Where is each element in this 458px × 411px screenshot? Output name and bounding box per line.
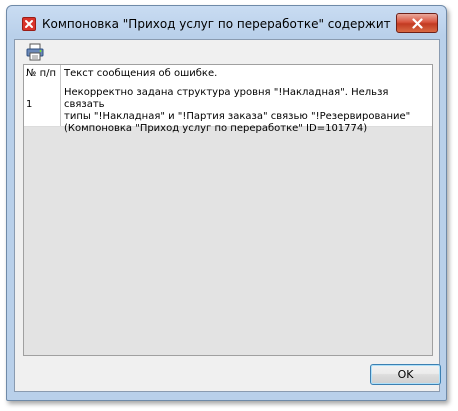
grid-header: № п/п Текст сообщения об ошибке. bbox=[24, 65, 432, 84]
error-message-text: Некорректно задана структура уровня "!На… bbox=[64, 87, 411, 134]
print-button[interactable] bbox=[26, 43, 44, 61]
close-icon bbox=[412, 18, 423, 29]
printer-icon bbox=[26, 43, 44, 61]
table-row[interactable]: 1 Некорректно задана структура уровня "!… bbox=[24, 83, 432, 134]
error-dialog-window: Компоновка "Приход услуг по переработке"… bbox=[6, 5, 447, 401]
toolbar bbox=[15, 40, 439, 65]
column-header-message[interactable]: Текст сообщения об ошибке. bbox=[61, 65, 432, 83]
title-bar[interactable]: Компоновка "Приход услуг по переработке"… bbox=[7, 6, 446, 36]
window-title: Компоновка "Приход услуг по переработке"… bbox=[42, 17, 394, 31]
ok-button[interactable]: OK bbox=[370, 364, 441, 385]
column-header-number[interactable]: № п/п bbox=[24, 65, 61, 83]
error-messages-grid[interactable]: № п/п Текст сообщения об ошибке. 1 Некор… bbox=[23, 64, 433, 356]
row-number: 1 bbox=[24, 83, 61, 126]
dialog-client-area: № п/п Текст сообщения об ошибке. 1 Некор… bbox=[14, 39, 441, 392]
close-button[interactable] bbox=[396, 13, 438, 33]
error-icon bbox=[22, 17, 36, 31]
